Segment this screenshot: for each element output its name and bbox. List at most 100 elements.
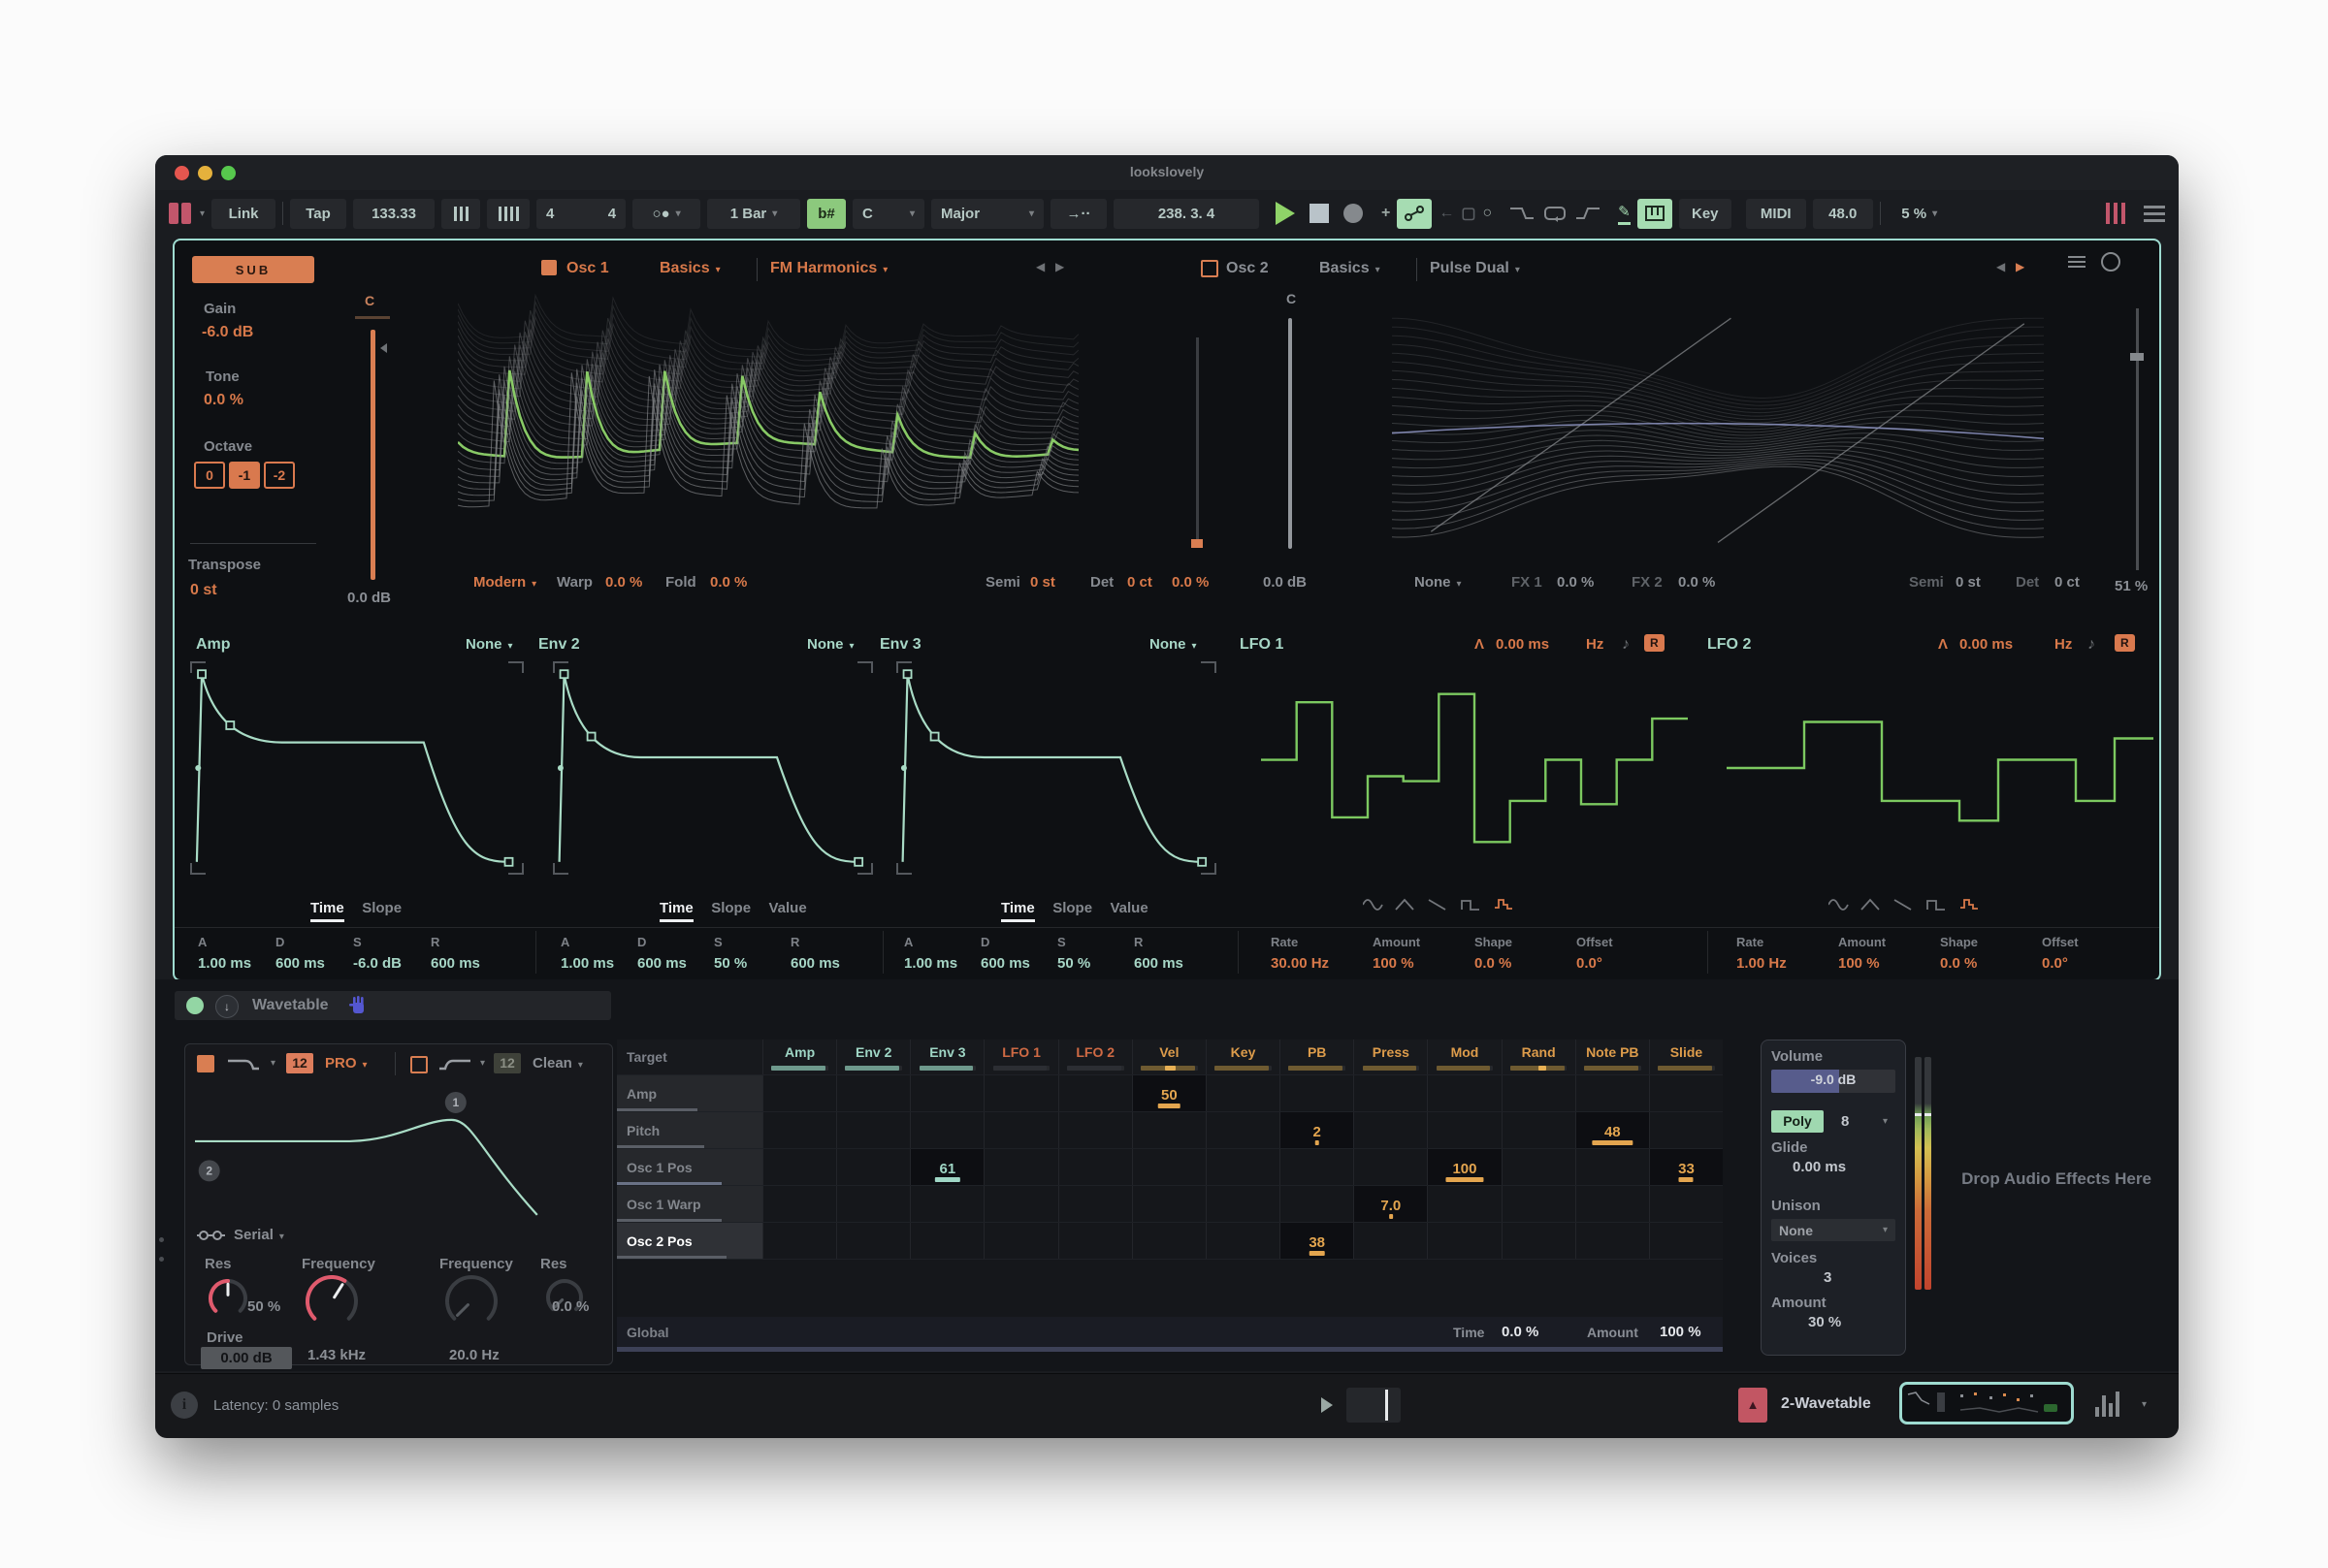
matrix-cell-press[interactable] [1353,1223,1427,1259]
lfo1-note-sync-icon[interactable]: ♪ [1622,636,1630,654]
lfo1-route-menu[interactable]: None▾ [1149,636,1197,654]
param[interactable]: A1.00 ms [198,935,275,972]
param[interactable]: R600 ms [791,935,867,972]
arrangement-position-field[interactable]: 238. 3. 4 [1114,199,1259,229]
chevron-down-icon[interactable]: ▾ [271,1058,275,1069]
matrix-col-header-slide[interactable]: Slide [1649,1040,1723,1074]
matrix-cell-env3[interactable] [910,1112,984,1148]
cpu-load-menu[interactable]: 5 %▾ [1888,199,1952,229]
lfo-shape-saw-icon[interactable] [1429,900,1445,910]
hand-map-icon[interactable] [347,995,369,1016]
matrix-cell-amp[interactable] [762,1149,836,1185]
link-button[interactable]: Link [211,199,275,229]
osc2-toggle[interactable] [1201,260,1218,277]
matrix-cell-amp[interactable] [762,1186,836,1222]
lfo-shape-saw-icon[interactable] [1894,900,1911,910]
matrix-cell-lfo1[interactable] [984,1149,1057,1185]
scale-menu[interactable]: Major▾ [931,199,1044,229]
matrix-cell-vel[interactable] [1132,1186,1206,1222]
matrix-cell-mod[interactable] [1427,1075,1501,1111]
matrix-cell-key[interactable] [1206,1223,1279,1259]
filter1-slope-badge[interactable]: 12 [286,1053,313,1073]
octave-minus1-button[interactable]: -1 [229,462,260,489]
global-amount-value[interactable]: 100 % [1660,1324,1701,1340]
fold-value[interactable]: 0.0 % [710,574,747,591]
param[interactable]: S-6.0 dB [353,935,431,972]
metronome-button[interactable]: ○●▾ [632,199,700,229]
lfo2-display[interactable] [1727,665,2153,871]
lfo-shape-tri-icon[interactable] [1396,900,1413,910]
session-record-icon[interactable]: ○ [1483,205,1493,222]
osc1-wavetable-display[interactable] [458,287,1079,541]
osc1-prev-arrow-icon[interactable]: ◀ [1036,260,1045,273]
gain-value[interactable]: -6.0 dB [202,324,253,341]
highpass-icon[interactable] [437,1056,472,1072]
hot-swap-icon[interactable]: ↓ [215,995,239,1018]
param[interactable]: R600 ms [431,935,508,972]
tab-value[interactable]: Value [1111,900,1148,916]
lfo1-display[interactable] [1261,665,1688,871]
freq2-value[interactable]: 20.0 Hz [449,1347,500,1363]
env2-title[interactable]: Env 2 [538,636,580,654]
osc1-table-menu[interactable]: FM Harmonics▾ [770,260,888,277]
filter-routing-menu[interactable]: Serial▾ [234,1227,284,1244]
matrix-cell-lfo2[interactable] [1058,1223,1132,1259]
glide-value[interactable]: 0.00 ms [1793,1159,1846,1175]
capture-midi-icon[interactable]: ▢ [1461,204,1475,223]
matrix-col-header-pb[interactable]: PB [1279,1040,1353,1074]
matrix-cell-slide[interactable]: 33 [1649,1149,1723,1185]
matrix-cell-rand[interactable] [1502,1075,1575,1111]
matrix-cell-key[interactable] [1206,1149,1279,1185]
punch-in-icon[interactable] [1508,205,1536,222]
fx1-value[interactable]: 0.0 % [1557,574,1594,591]
matrix-cell-env2[interactable] [836,1075,910,1111]
osc2-semi-value[interactable]: 0 st [1956,574,1981,591]
matrix-row-label[interactable]: Pitch [617,1112,762,1148]
follow-button[interactable]: →·· [1051,199,1107,229]
loop-icon[interactable] [1542,204,1568,223]
lfo1-retrigger-button[interactable]: R [1644,634,1665,652]
wavetable-list-button[interactable] [2068,256,2086,268]
osc2-gain-value[interactable]: 0.0 dB [1263,574,1307,591]
computer-midi-keyboard-button[interactable] [1637,199,1672,229]
matrix-cell-amp[interactable] [762,1075,836,1111]
param[interactable]: S50 % [714,935,791,972]
volume-slider[interactable]: -9.0 dB [1771,1070,1895,1093]
scroller-thumb[interactable] [1385,1390,1388,1421]
matrix-cell-env3[interactable] [910,1186,984,1222]
param[interactable]: D600 ms [275,935,353,972]
matrix-cell-notepb[interactable] [1575,1075,1649,1111]
osc2-det-value[interactable]: 0 ct [2054,574,2080,591]
osc1-semi-value[interactable]: 0 st [1030,574,1055,591]
param[interactable]: Offset0.0° [2042,935,2144,972]
matrix-cell-notepb[interactable] [1575,1149,1649,1185]
matrix-col-header-press[interactable]: Press [1353,1040,1427,1074]
scale-mode-button[interactable]: b# [807,199,846,229]
matrix-col-header-env3[interactable]: Env 3 [910,1040,984,1074]
osc1-mode-menu[interactable]: Modern▾ [473,574,536,592]
osc1-gain-value[interactable]: 0.0 dB [347,590,391,606]
octave-minus2-button[interactable]: -2 [264,462,295,489]
amp-env-title[interactable]: Amp [196,636,231,654]
osc1-position-slider[interactable] [1196,337,1199,546]
lfo1-hz-mode[interactable]: Hz [1586,636,1603,653]
matrix-cell-mod[interactable] [1427,1186,1501,1222]
matrix-cell-rand[interactable] [1502,1149,1575,1185]
osc2-position-slider[interactable] [2136,308,2139,570]
param[interactable]: Rate1.00 Hz [1736,935,1838,972]
matrix-cell-lfo1[interactable] [984,1112,1057,1148]
preview-play-icon[interactable] [1321,1397,1333,1413]
lfo2-note-sync-icon[interactable]: ♪ [2087,636,2095,654]
osc2-mode-menu[interactable]: None▾ [1414,574,1462,592]
param[interactable]: D600 ms [637,935,714,972]
freq1-knob[interactable] [304,1273,360,1329]
lfo1-fade-value[interactable]: 0.00 ms [1496,636,1549,653]
matrix-col-header-lfo2[interactable]: LFO 2 [1058,1040,1132,1074]
matrix-cell-lfo1[interactable] [984,1075,1057,1111]
root-note-menu[interactable]: C▾ [853,199,924,229]
lfo2-title[interactable]: LFO 2 [1707,636,1751,654]
env3-title[interactable]: Env 3 [880,636,922,654]
lfo-shape-rand-icon[interactable] [1960,900,1978,909]
tone-value[interactable]: 0.0 % [204,392,243,409]
lfo-shape-sq-icon[interactable] [1462,901,1479,910]
